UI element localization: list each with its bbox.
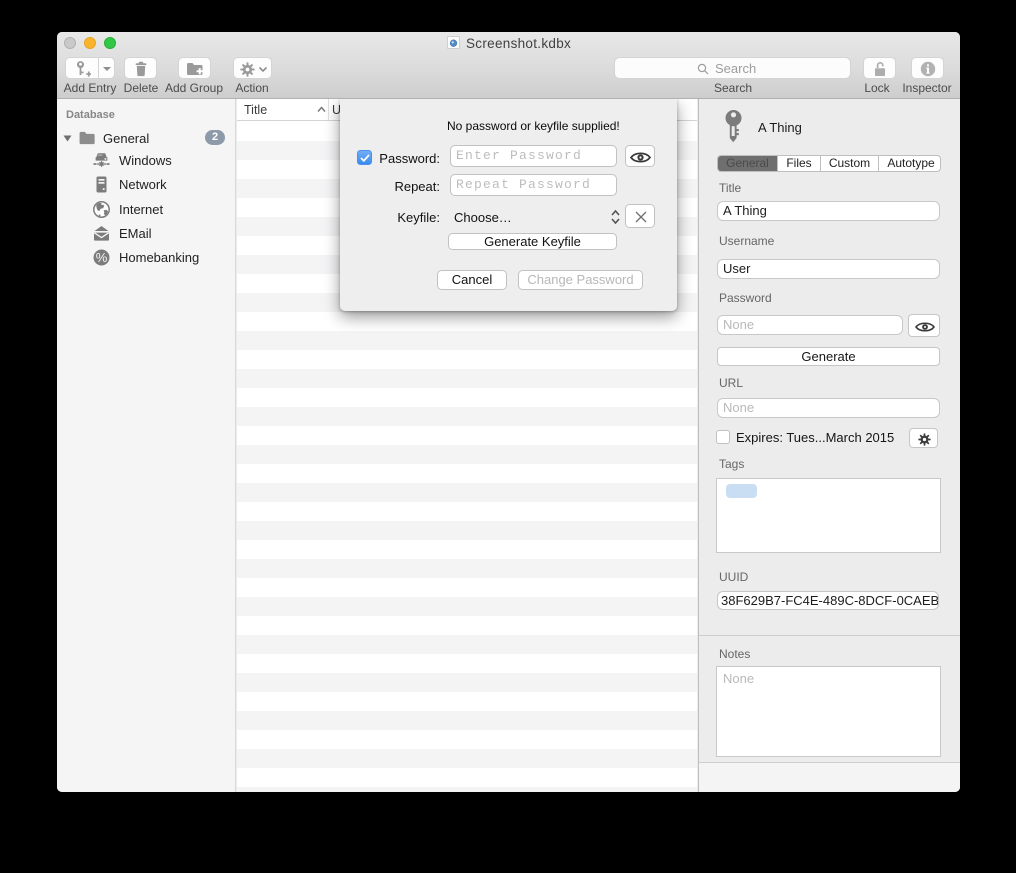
svg-text:%: % [96, 250, 108, 265]
